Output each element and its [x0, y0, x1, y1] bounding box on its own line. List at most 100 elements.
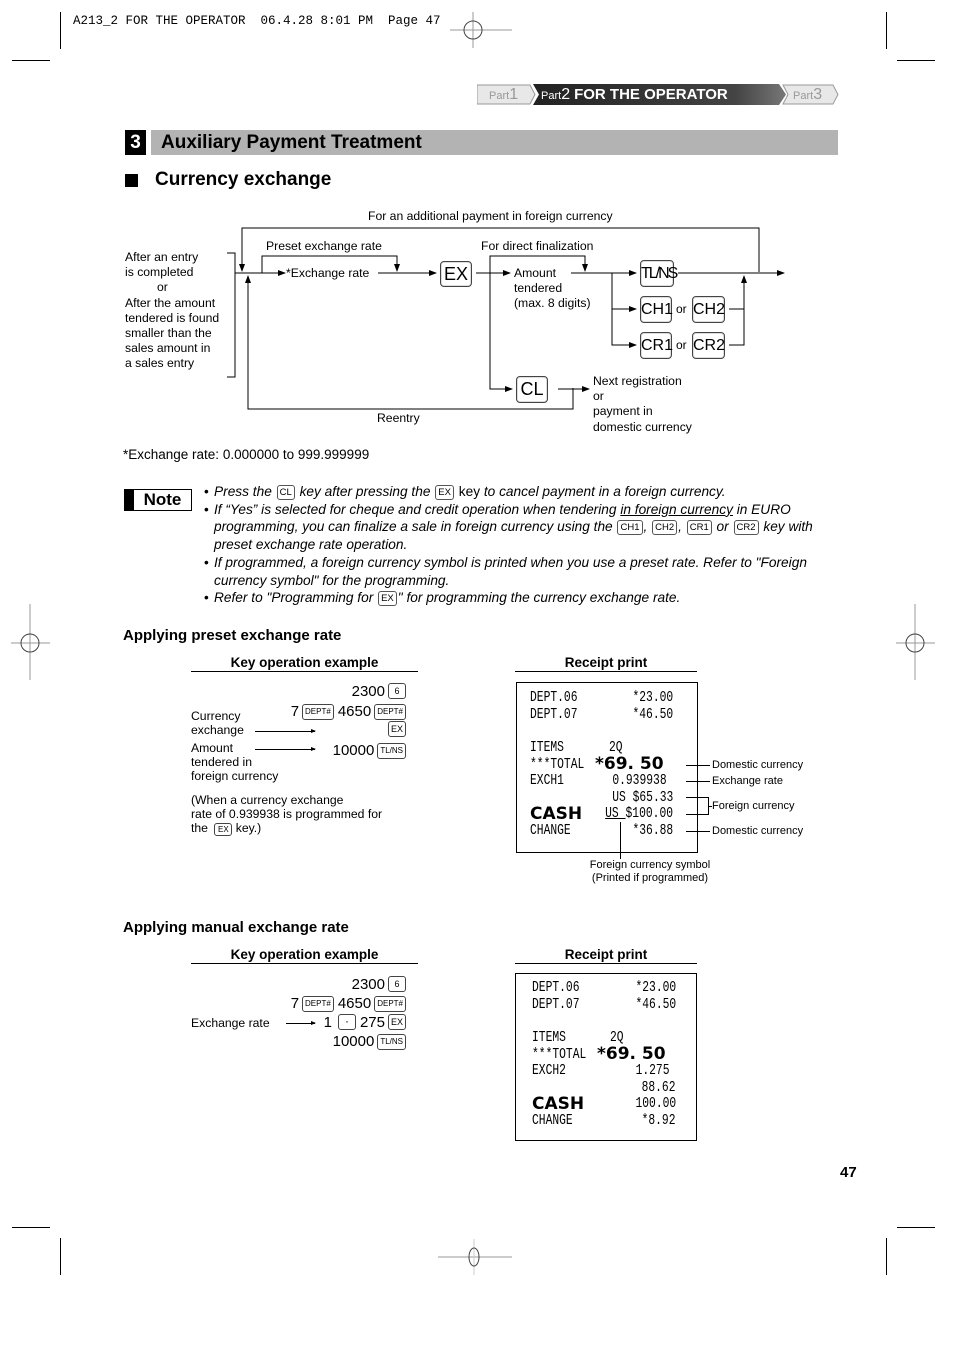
receipt-value: 88.62: [642, 1080, 676, 1096]
callout-line: [686, 781, 710, 782]
keyop-value: 2300: [351, 976, 385, 993]
note-badge-label: Note: [133, 489, 192, 511]
manual-example-title: Applying manual exchange rate: [123, 919, 349, 936]
keyop-row: 2300 6: [352, 976, 406, 993]
note-item: If “Yes” is selected for cheque and cred…: [204, 501, 834, 554]
label-line: Amount: [191, 741, 234, 755]
receipt-value: *23.00: [632, 690, 673, 706]
keyop-row: 7 DEPT# 4650 DEPT#: [291, 703, 406, 720]
receipt-total-value: *69. 50: [595, 754, 664, 774]
callout-domestic-currency: Domestic currency: [712, 825, 804, 837]
crop-mark: [60, 1238, 61, 1275]
ex-key-small: EX: [387, 1014, 406, 1030]
receipt-value: 1.275: [636, 1063, 670, 1079]
ch1-key: CH1: [640, 296, 673, 323]
keyop-value: 10000: [332, 742, 375, 759]
start-line: or: [157, 280, 168, 295]
preset-receipt-header: Receipt print: [515, 655, 697, 672]
next-registration-label: Next registration or payment in domestic…: [593, 374, 692, 435]
dept-code-key: DEPT#: [374, 996, 406, 1012]
arrow: [255, 747, 316, 751]
callout-line-text: Foreign currency symbol: [589, 859, 711, 871]
note-list: Press the CL key after pressing the EX k…: [204, 483, 834, 607]
preset-receipt: DEPT.06 *23.00 DEPT.07 *46.50 ITEMS 2Q *…: [516, 682, 698, 853]
receipt-value: 100.00: [635, 1096, 676, 1112]
receipt-label: ITEMS: [532, 1030, 566, 1046]
receipt-value-amount: $100.00: [625, 806, 673, 822]
keyop-value: 7: [290, 995, 300, 1012]
footnote-line: (When a currency exchange: [191, 793, 344, 807]
amount-tendered-label: Amount tendered (max. 8 digits): [514, 266, 591, 312]
note-text: If programmed, a foreign currency symbol…: [214, 554, 807, 588]
footnote-text: the: [191, 821, 212, 835]
ch2-key-inline: CH2: [652, 520, 678, 536]
receipt-label: DEPT.07: [530, 707, 578, 723]
manual-exchange-rate-label: Exchange rate: [191, 1016, 270, 1030]
flow-diagram: [227, 227, 785, 410]
ch1-key-inline: CH1: [617, 520, 643, 536]
note-text: Press the: [214, 484, 276, 499]
receipt-value: *8.92: [642, 1113, 676, 1129]
cr1-key-inline: CR1: [686, 520, 712, 536]
receipt-label: ***TOTAL: [532, 1047, 587, 1063]
next-line: or: [593, 389, 604, 404]
keyop-row: 10000 TL/NS: [333, 1033, 406, 1050]
receipt-value: *46.50: [635, 997, 676, 1013]
receipt-label: DEPT.07: [532, 997, 580, 1013]
keyop-value: 7: [290, 703, 300, 720]
additional-payment-label: For an additional payment in foreign cur…: [368, 209, 613, 223]
receipt-label: CHANGE: [530, 823, 571, 839]
ex-key-inline: EX: [214, 823, 233, 836]
receipt-label: EXCH2: [532, 1063, 566, 1079]
callout-currency-symbol: Foreign currency symbol (Printed if prog…: [560, 859, 740, 884]
manual-key-header: Key operation example: [191, 947, 418, 964]
next-line: payment in: [593, 404, 653, 419]
callout-line: [686, 814, 708, 815]
decimal-point-key: ·: [337, 1014, 356, 1030]
crop-mark: [886, 1238, 887, 1275]
start-line: smaller than the: [125, 326, 212, 341]
note-text-underlined: in foreign currency: [620, 501, 733, 517]
receipt-label: DEPT.06: [532, 980, 580, 996]
amount-line: Amount: [514, 266, 557, 280]
receipt-value: *46.50: [632, 707, 673, 723]
preset-example-title: Applying preset exchange rate: [123, 627, 342, 644]
note-text: key after pressing the: [295, 484, 435, 499]
next-line: Next registration: [593, 374, 682, 388]
amount-line: (max. 8 digits): [514, 296, 591, 311]
manual-receipt: DEPT.06 *23.00 DEPT.07 *46.50 ITEMS 2Q *…: [515, 973, 697, 1141]
ex-key-small: EX: [387, 721, 406, 737]
start-line: is completed: [125, 265, 194, 280]
note-text: key: [454, 484, 481, 499]
page-number: 47: [840, 1164, 857, 1181]
callout-foreign-currency: Foreign currency: [712, 800, 795, 812]
keyop-row: 1 · 275 EX: [324, 1014, 406, 1031]
start-line: After the amount: [125, 295, 216, 310]
callout-line-text: (Printed if programmed): [591, 871, 709, 884]
receipt-label: CASH: [532, 1094, 585, 1114]
start-line: sales amount in: [125, 341, 211, 356]
registration-mark-left: [11, 604, 50, 680]
reentry-label: Reentry: [377, 411, 420, 425]
next-line: domestic currency: [593, 419, 692, 434]
callout-exchange-rate: Exchange rate: [712, 775, 783, 787]
keyop-row: 7 DEPT# 4650 DEPT#: [291, 995, 406, 1012]
note-item: Press the CL key after pressing the EX k…: [204, 483, 834, 501]
note-text: Refer to "Programming for: [214, 590, 378, 606]
preset-footnote: (When a currency exchange rate of 0.9399…: [191, 793, 382, 836]
receipt-value: 0.939938: [612, 773, 667, 789]
direct-finalization-label: For direct finalization: [481, 239, 594, 253]
keyop-value: 4650: [337, 995, 372, 1012]
note-text: If “Yes” is selected for cheque and cred…: [214, 501, 621, 517]
note-text: or: [712, 519, 733, 535]
note-badge: Note: [124, 489, 192, 511]
exchange-rate-label: *Exchange rate: [286, 266, 370, 280]
keyop-value: 4650: [337, 703, 372, 720]
start-line: tendered is found: [125, 310, 220, 325]
cl-key: CL: [516, 376, 548, 403]
callout-line-vertical: [620, 822, 621, 859]
flow-start-label: After an entry is completed or After the…: [125, 250, 219, 372]
crop-mark: [897, 1227, 935, 1228]
ch2-key: CH2: [692, 296, 725, 323]
registration-mark-bottom: [438, 1239, 512, 1275]
